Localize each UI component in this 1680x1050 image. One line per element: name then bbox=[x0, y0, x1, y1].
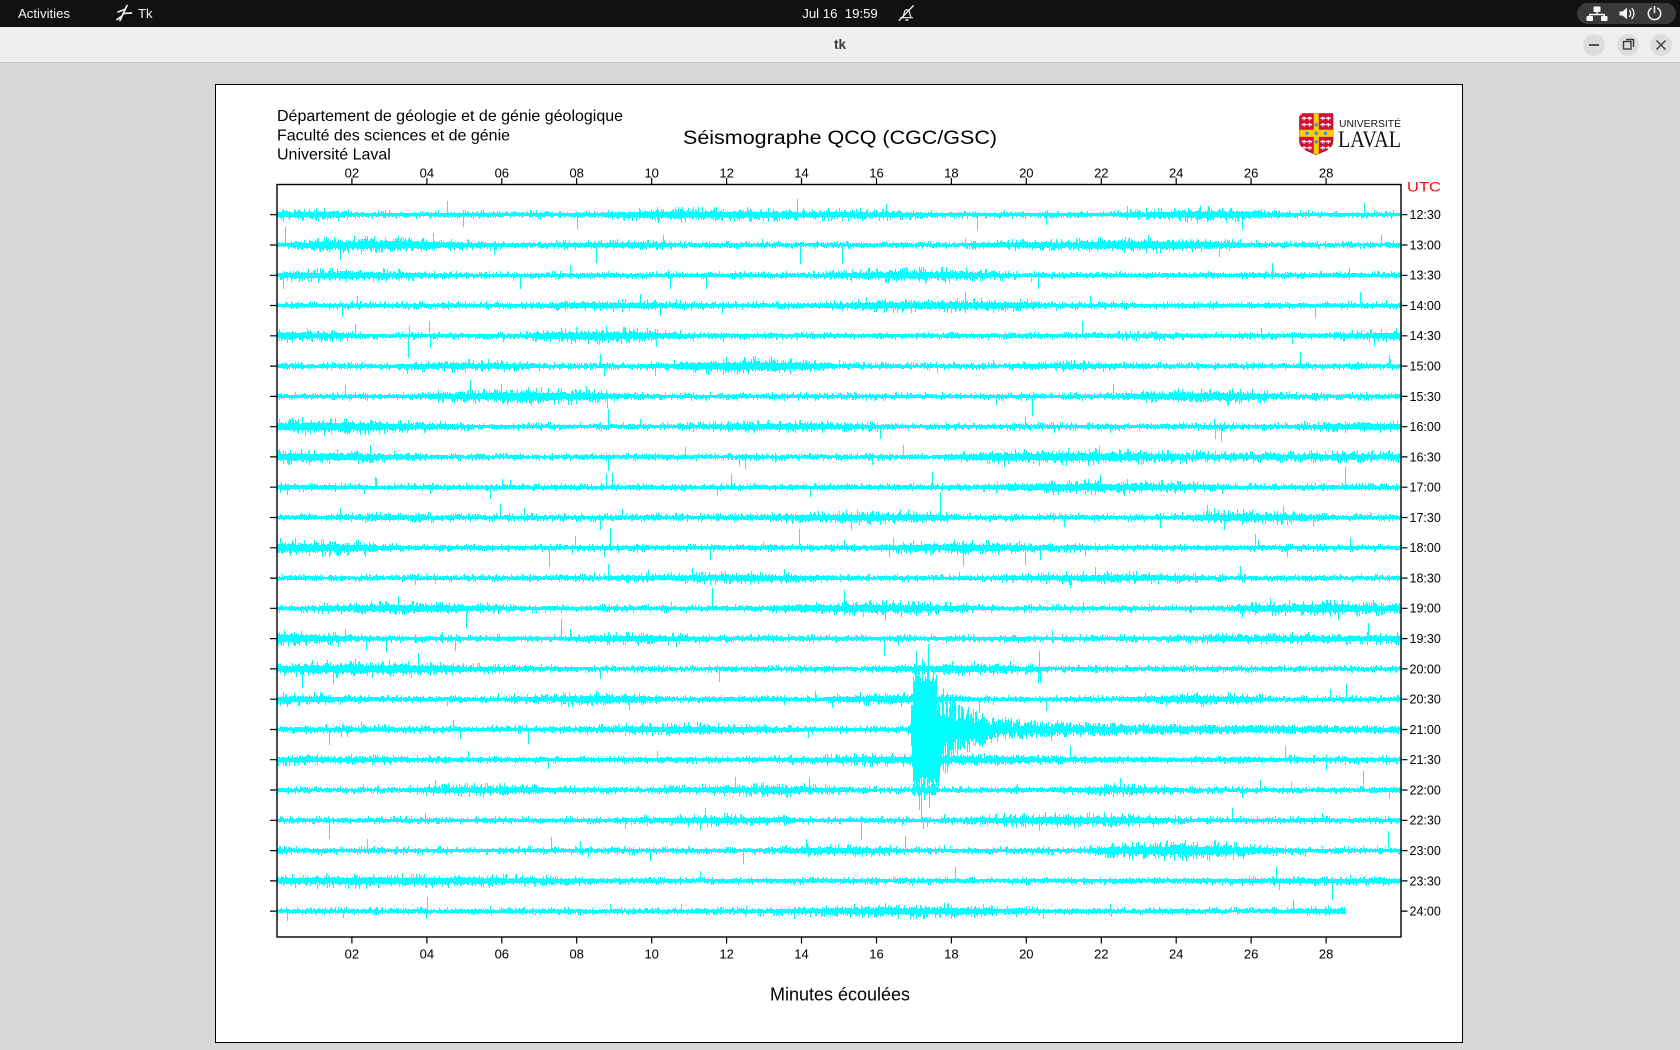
svg-text:28: 28 bbox=[1319, 947, 1333, 962]
svg-text:14:00: 14:00 bbox=[1410, 299, 1441, 313]
svg-text:16:00: 16:00 bbox=[1410, 420, 1441, 434]
svg-text:26: 26 bbox=[1244, 947, 1258, 962]
svg-text:02: 02 bbox=[345, 947, 359, 962]
svg-text:16: 16 bbox=[869, 947, 883, 962]
svg-text:12: 12 bbox=[719, 947, 733, 962]
svg-text:19:00: 19:00 bbox=[1410, 602, 1441, 616]
svg-text:18:00: 18:00 bbox=[1410, 541, 1441, 555]
svg-text:16:30: 16:30 bbox=[1410, 450, 1441, 464]
svg-text:22: 22 bbox=[1094, 947, 1108, 962]
svg-text:04: 04 bbox=[420, 947, 434, 962]
svg-text:06: 06 bbox=[495, 947, 509, 962]
svg-text:Séismographe QCQ (CGC/GSC): Séismographe QCQ (CGC/GSC) bbox=[683, 128, 997, 149]
svg-text:10: 10 bbox=[644, 947, 658, 962]
svg-text:24:00: 24:00 bbox=[1410, 905, 1441, 919]
svg-text:22:30: 22:30 bbox=[1410, 814, 1441, 828]
svg-text:18:30: 18:30 bbox=[1410, 572, 1441, 586]
svg-text:17:00: 17:00 bbox=[1410, 481, 1441, 495]
svg-text:20: 20 bbox=[1019, 947, 1033, 962]
svg-text:14: 14 bbox=[794, 947, 808, 962]
svg-text:15:30: 15:30 bbox=[1410, 390, 1441, 404]
svg-text:Département de géologie et de: Département de géologie et de génie géol… bbox=[277, 108, 623, 125]
svg-text:13:00: 13:00 bbox=[1410, 238, 1441, 252]
svg-text:17:30: 17:30 bbox=[1410, 511, 1441, 525]
svg-text:20:30: 20:30 bbox=[1410, 693, 1441, 707]
svg-text:LAVAL: LAVAL bbox=[1338, 127, 1401, 153]
svg-text:Minutes écoulées: Minutes écoulées bbox=[770, 984, 910, 1004]
svg-text:21:00: 21:00 bbox=[1410, 723, 1441, 737]
svg-text:15:00: 15:00 bbox=[1410, 360, 1441, 374]
svg-text:22:00: 22:00 bbox=[1410, 783, 1441, 797]
svg-text:20:00: 20:00 bbox=[1410, 662, 1441, 676]
svg-text:13:30: 13:30 bbox=[1410, 269, 1441, 283]
svg-text:23:30: 23:30 bbox=[1410, 874, 1441, 888]
svg-text:24: 24 bbox=[1169, 947, 1183, 962]
svg-text:Faculté des sciences et de gén: Faculté des sciences et de génie bbox=[277, 127, 510, 144]
svg-text:23:00: 23:00 bbox=[1410, 844, 1441, 858]
svg-text:08: 08 bbox=[569, 947, 583, 962]
svg-text:12:30: 12:30 bbox=[1410, 208, 1441, 222]
svg-text:19:30: 19:30 bbox=[1410, 632, 1441, 646]
svg-text:14:30: 14:30 bbox=[1410, 329, 1441, 343]
svg-text:Université Laval: Université Laval bbox=[277, 147, 391, 164]
svg-text:21:30: 21:30 bbox=[1410, 753, 1441, 767]
svg-text:UTC: UTC bbox=[1407, 179, 1441, 195]
svg-text:18: 18 bbox=[944, 947, 958, 962]
